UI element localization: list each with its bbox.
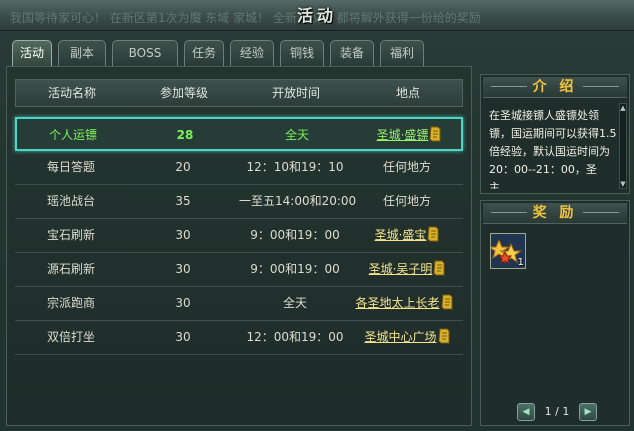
intro-description: 在圣城接镖人盛镖处领镖，国运期间可以获得1.5倍经验，默认国运时间为20：00-… [489,109,617,189]
activity-level: 30 [175,296,191,310]
location-link[interactable]: 圣城·盛宝 [375,228,427,242]
table-row[interactable]: 宝石刷新 30 9：00和19：00 圣城·盛宝 [15,219,463,253]
location-text: 任何地方 [382,194,431,208]
reward-panel: 奖 励 1 ◀ 1 / 1 ▶ [480,200,630,426]
location-cell: 圣城·吴子明 [351,253,463,285]
location-link[interactable]: 圣城·盛镖 [377,128,429,142]
tab-boss[interactable]: BOSS [112,40,178,66]
scroll-icon[interactable] [429,126,441,142]
intro-title: 介 绍 [532,79,578,95]
activity-time: 9：00和19：00 [250,262,340,276]
activity-time: 全天 [284,128,309,142]
activity-level: 30 [175,262,191,276]
activity-window: 我国等待家可心！ 在新区第1次为魔 东域 家城！ 全新会议。 都将解外获得一份给… [0,0,634,431]
activity-name: 双倍打坐 [46,330,95,344]
tab-copper[interactable]: 铜钱 [280,40,324,66]
scroll-icon[interactable] [433,260,445,276]
activity-name: 宝石刷新 [46,228,95,242]
activity-level: 28 [176,128,194,142]
activity-level: 30 [175,228,191,242]
tab-quest[interactable]: 任务 [184,40,224,66]
location-cell: 圣城·盛宝 [351,219,463,251]
scroll-up-icon[interactable]: ▲ [620,104,626,112]
triangle-right-icon[interactable]: ▶ [579,403,597,421]
activity-time: 一至五14:00和20:00 [239,194,357,208]
tab-experience[interactable]: 经验 [230,40,274,66]
activity-name: 每日答题 [46,160,95,174]
location-link[interactable]: 圣城中心广场 [364,330,436,344]
table-row[interactable]: 宗派跑商 30 全天 各圣地太上长老 [15,287,463,321]
window-title: 活动 [296,6,337,25]
activity-name: 个人运镖 [48,128,97,142]
activity-name: 宗派跑商 [46,296,95,310]
reward-header: 奖 励 [483,203,627,224]
location-link[interactable]: 各圣地太上长老 [355,296,439,310]
page-indicator: 1 / 1 [544,405,570,418]
tab-dungeon[interactable]: 副本 [58,40,106,66]
location-cell: 圣城中心广场 [351,321,463,353]
header-activity-name: 活动名称 [47,86,96,100]
activity-name: 瑶池战台 [46,194,95,208]
location-cell: 圣城·盛镖 [353,119,465,151]
activity-time: 12：10和19：10 [246,160,344,174]
activity-time: 全天 [282,296,307,310]
scroll-icon[interactable] [427,226,439,242]
scroll-icon[interactable] [437,328,450,344]
activity-name: 源石刷新 [46,262,95,276]
tab-activity[interactable]: 活动 [12,40,52,66]
table-header: 活动名称 参加等级 开放时间 地点 [15,79,463,107]
table-row[interactable]: 每日答题 20 12：10和19：10 任何地方 [15,151,463,185]
reward-title: 奖 励 [532,205,578,221]
table-row[interactable]: 瑶池战台 35 一至五14:00和20:00 任何地方 [15,185,463,219]
triangle-left-icon[interactable]: ◀ [517,403,535,421]
title-bar: 我国等待家可心！ 在新区第1次为魔 东域 家城！ 全新会议。 都将解外获得一份给… [0,0,634,31]
intro-scrollbar[interactable]: ▲ ▼ [619,103,627,189]
activity-level: 30 [175,330,191,344]
header-open-time: 开放时间 [271,86,320,100]
scroll-down-icon[interactable]: ▼ [620,180,626,188]
intro-panel: 介 绍 在圣城接镖人盛镖处领镖，国运期间可以获得1.5倍经验，默认国运时间为20… [480,74,630,194]
location-link[interactable]: 圣城·吴子明 [369,262,433,276]
tab-equipment[interactable]: 装备 [330,40,374,66]
table-row[interactable]: 源石刷新 30 9：00和19：00 圣城·吴子明 [15,253,463,287]
activity-level: 20 [175,160,191,174]
activity-level: 35 [175,194,191,208]
location-text: 任何地方 [382,160,431,174]
activity-time: 9：00和19：00 [250,228,340,242]
location-cell: 各圣地太上长老 [345,287,463,319]
reward-item-slot[interactable]: 1 [487,233,526,269]
reward-pager: ◀ 1 / 1 ▶ [517,403,597,421]
intro-header: 介 绍 [483,77,627,98]
header-location: 地点 [395,86,420,100]
scroll-icon[interactable] [440,294,453,310]
table-row[interactable]: 个人运镖 28 全天 圣城·盛镖 [15,117,463,151]
header-level: 参加等级 [159,86,208,100]
table-row[interactable]: 双倍打坐 30 12：00和19：00 圣城中心广场 [15,321,463,355]
activity-list-panel: 活动名称 参加等级 开放时间 地点 个人运镖 28 全天 圣城·盛镖 每日答题 … [6,66,472,426]
tab-welfare[interactable]: 福利 [380,40,424,66]
reward-item-count: 1 [517,257,524,268]
activity-time: 12：00和19：00 [246,330,344,344]
